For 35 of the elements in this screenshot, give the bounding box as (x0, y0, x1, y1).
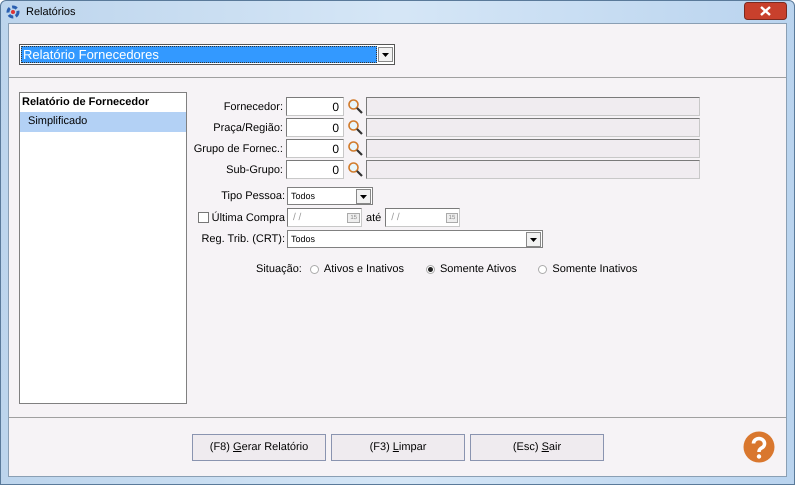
radio-button[interactable] (426, 264, 435, 274)
radio-button[interactable] (310, 264, 319, 274)
checkbox-label: Última Compra (212, 212, 285, 224)
radio-button[interactable] (538, 264, 548, 274)
list-item[interactable]: Simplificado (20, 112, 186, 132)
action-button[interactable]: (F3) Limpar (331, 434, 465, 460)
radio-label: Ativos e Inativos (324, 263, 404, 275)
close-button[interactable] (744, 2, 787, 20)
field-label: Reg. Trib. (CRT): (201, 233, 286, 245)
code-field[interactable]: 0 (286, 139, 344, 158)
search-icon[interactable] (347, 140, 364, 157)
field-label: Grupo de Fornec.: (192, 142, 284, 154)
action-button[interactable]: (Esc) Sair (470, 434, 604, 460)
search-icon[interactable] (347, 119, 364, 136)
checkbox[interactable] (198, 212, 209, 223)
code-field[interactable]: 0 (286, 97, 344, 116)
radio-label: Somente Ativos (440, 263, 516, 275)
field-label: Fornecedor: (222, 100, 284, 112)
field-label: Praça/Região: (212, 122, 284, 134)
window-title: Relatórios (26, 6, 76, 18)
radio-label: Somente Inativos (552, 263, 638, 275)
search-icon[interactable] (347, 161, 364, 178)
reg-trib-dropdown[interactable]: Todos (287, 230, 543, 248)
field-label: Sub-Grupo: (225, 164, 284, 176)
date-separator: até (366, 212, 382, 224)
action-button[interactable]: (F8) Gerar Relatório (192, 434, 326, 460)
app-icon[interactable] (6, 5, 20, 19)
help-icon[interactable] (742, 431, 776, 463)
code-field[interactable]: 0 (286, 160, 344, 179)
list-title: Relatório de Fornecedor (21, 95, 150, 110)
field-label: Situação: (256, 263, 302, 275)
code-field[interactable]: 0 (286, 118, 344, 137)
tipo-pessoa-dropdown[interactable]: Todos (287, 187, 373, 205)
search-icon[interactable] (347, 98, 364, 115)
field-label: Tipo Pessoa: (221, 190, 286, 202)
